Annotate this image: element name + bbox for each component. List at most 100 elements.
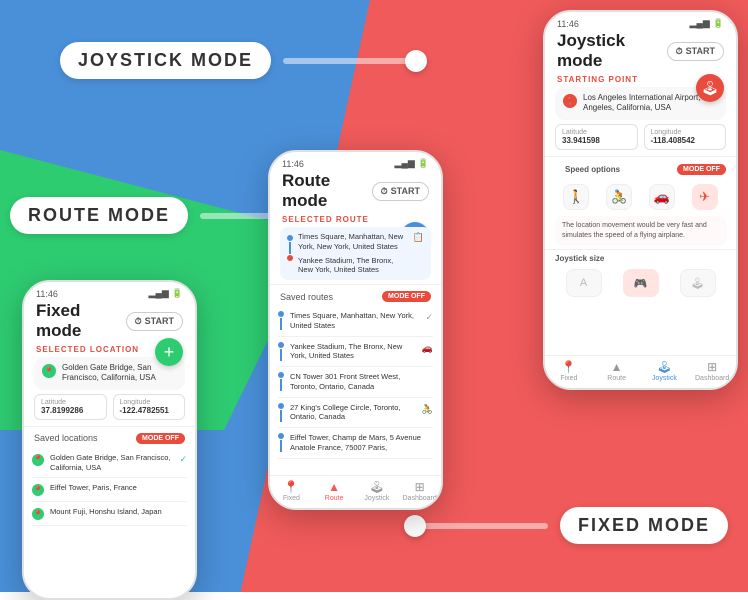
joystick-bottom-nav: 📍 Fixed ▲ Route 🕹 Joystick ⊞ Dashboard [545,355,736,388]
route-edit-icon[interactable]: 📋 [413,232,424,243]
joystick-nav-dashboard-label: Dashboard [695,375,729,382]
joystick-size-row: A 🎮 🕹 [545,265,736,301]
joystick-fixed-icon: 📍 [561,360,576,374]
route-title: Route mode [282,171,372,211]
route-item-1-text: Times Square, Manhattan, New York, Unite… [290,311,419,331]
route-nav-joystick[interactable]: 🕹 Joystick [356,480,399,502]
fixed-start-icon: ⏱ [135,316,142,327]
fixed-item-2-text: Eiffel Tower, Paris, France [50,483,181,493]
route-nav-fixed[interactable]: 📍 Fixed [270,480,313,502]
joystick-dashboard-icon: ⊞ [707,360,717,374]
fixed-loc-icon: 📍 [42,364,56,378]
joystick-divider-2 [545,249,736,250]
phone-fixed: 11:46 ▂▄▆ 🔋 Fixed mode ⏱ START + SELECTE… [22,280,197,600]
fixed-start-button[interactable]: ⏱ START [126,312,183,331]
speed-plane-btn[interactable]: ✈ [692,184,718,210]
fixed-lng-value: -122.4782551 [120,406,179,415]
joystick-lat-label: Latitude [562,129,631,136]
joystick-lat-box: Latitude 33.941598 [555,124,638,150]
route-saved-label: Saved routes [280,292,333,302]
fixed-mode-label: FIXED MODE [408,507,728,544]
fixed-item-1-text: Golden Gate Bridge, San Francisco, Calif… [50,453,173,473]
fixed-saved-label: Saved locations [34,433,98,443]
fixed-lat-value: 37.8199286 [41,406,100,415]
joystick-start-icon: ⏱ [676,46,683,57]
joystick-battery: 🔋 [713,18,724,29]
route-start-button[interactable]: ⏱ START [372,182,429,201]
route-time: 11:46 [282,159,304,169]
fixed-time: 11:46 [36,289,58,299]
joystick-nav-route-label: Route [607,375,626,382]
route-item-4-text: 27 King's College Circle, Toronto, Ontar… [290,403,416,423]
joystick-lng-box: Longitude -118.408542 [644,124,727,150]
speed-bike-btn[interactable]: 🚴 [606,184,632,210]
joystick-lng-label: Longitude [651,129,720,136]
fixed-divider-1 [24,426,195,427]
route-nav-fixed-label: Fixed [283,495,300,502]
fixed-battery: 🔋 [172,288,183,299]
fixed-saved-row: Saved locations MODE OFF [24,429,195,448]
joystick-nav-joystick[interactable]: 🕹 Joystick [641,360,689,382]
route-nav-route[interactable]: ▲ Route [313,480,356,502]
fixed-item-3-icon: 📍 [32,508,44,520]
route-item-4-icon: 🚴 [422,404,433,415]
joystick-slider-track[interactable] [283,58,423,64]
route-saved-item-1[interactable]: Times Square, Manhattan, New York, Unite… [278,306,433,337]
joystick-title: Joystick mode [557,31,667,71]
joystick-nav-dashboard[interactable]: ⊞ Dashboard [688,360,736,382]
joystick-mode-text: JOYSTICK MODE [60,42,271,79]
fixed-slider-track[interactable] [408,523,548,529]
route-mode-text: ROUTE MODE [10,197,188,234]
fixed-saved-item-3[interactable]: 📍 Mount Fuji, Honshu Island, Japan [32,502,187,526]
joystick-slider-thumb[interactable] [405,50,427,72]
route-item-1-icon: ✓ [425,312,433,323]
joystick-size-medium[interactable]: 🎮 [623,269,659,297]
route-saved-item-3[interactable]: CN Tower 301 Front Street West, Toronto,… [278,367,433,398]
route-mode-off[interactable]: MODE OFF [382,291,431,302]
fixed-status-bar: 11:46 ▂▄▆ 🔋 [24,282,195,301]
joystick-loc-icon: 📍 [563,94,577,108]
joystick-mode-label: JOYSTICK MODE [60,42,423,79]
joystick-start-button[interactable]: ⏱ START [667,42,724,61]
route-nav-dashboard[interactable]: ⊞ Dashboard [398,480,441,502]
joystick-nav-fixed[interactable]: 📍 Fixed [545,360,593,382]
joystick-speed-row: Speed options MODE OFF [545,159,736,180]
fixed-mode-off[interactable]: MODE OFF [136,433,185,444]
route-start-icon: ⏱ [381,186,388,197]
joystick-lat-value: 33.941598 [562,136,631,145]
route-saved-row: Saved routes MODE OFF [270,287,441,306]
fixed-lng-box: Longitude -122.4782551 [113,394,186,420]
joystick-fab-button[interactable]: 🕹 [696,74,724,102]
joystick-size-large[interactable]: 🕹 [680,269,716,297]
joystick-status-bar: 11:46 ▂▄▆ 🔋 [545,12,736,31]
joystick-divider-1 [545,156,736,157]
joystick-size-small[interactable]: A [566,269,602,297]
route-item-5-text: Eiffel Tower, Champ de Mars, 5 Avenue An… [290,433,427,453]
route-signal: ▂▄▆ [395,158,415,169]
speed-car-btn[interactable]: 🚗 [649,184,675,210]
joystick-nav-route[interactable]: ▲ Route [593,360,641,382]
fixed-mode-text: FIXED MODE [560,507,728,544]
route-to-text: Yankee Stadium, The Bronx, New York, Uni… [298,256,408,276]
fixed-slider-thumb[interactable] [404,515,426,537]
route-from-text: Times Square, Manhattan, New York, New Y… [298,232,408,252]
fixed-title: Fixed mode [36,301,126,341]
fixed-nav-icon: 📍 [284,480,299,494]
fixed-item-3-text: Mount Fuji, Honshu Island, Japan [50,507,181,517]
joystick-lng-value: -118.408542 [651,136,720,145]
route-saved-item-4[interactable]: 27 King's College Circle, Toronto, Ontar… [278,398,433,429]
route-nav-icon: ▲ [328,480,340,494]
speed-walk-btn[interactable]: 🚶 [563,184,589,210]
fixed-saved-item-2[interactable]: 📍 Eiffel Tower, Paris, France [32,478,187,502]
route-saved-item-2[interactable]: Yankee Stadium, The Bronx, New York, Uni… [278,337,433,368]
route-saved-item-5[interactable]: Eiffel Tower, Champ de Mars, 5 Avenue An… [278,428,433,459]
fixed-fab-button[interactable]: + [155,338,183,366]
route-header: Route mode ⏱ START [270,171,441,215]
joystick-mode-off[interactable]: MODE OFF [677,164,726,175]
fixed-saved-item-1[interactable]: 📍 Golden Gate Bridge, San Francisco, Cal… [32,448,187,479]
joystick-joystick-icon: 🕹 [657,360,672,374]
route-nav-dashboard-label: Dashboard [403,495,437,502]
fixed-signal: ▂▄▆ [149,288,169,299]
fixed-item-2-icon: 📍 [32,484,44,496]
joystick-size-label: Joystick size [545,252,736,265]
